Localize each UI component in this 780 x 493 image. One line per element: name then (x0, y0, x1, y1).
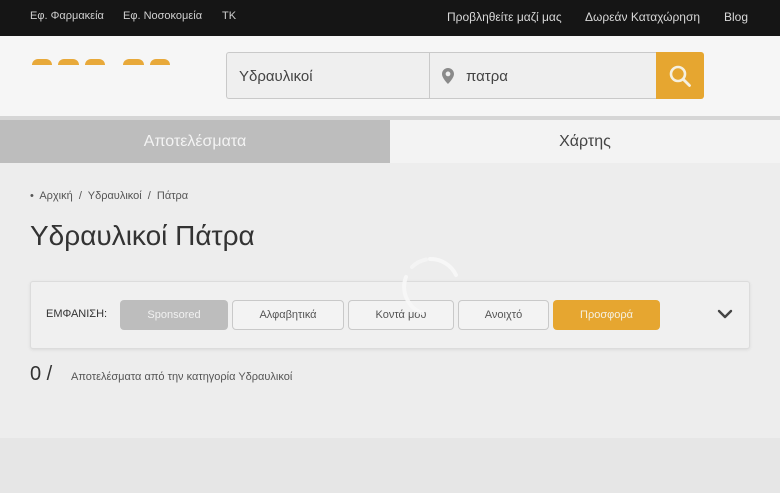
breadcrumb-category[interactable]: Υδραυλικοί (88, 190, 142, 202)
breadcrumb-current: Πάτρα (156, 190, 189, 202)
search-button[interactable] (656, 52, 704, 99)
tab-results[interactable]: Αποτελέσματα (0, 120, 390, 163)
filter-label: ΕΜΦΑΝΙΣΗ: (46, 308, 108, 320)
search-icon (669, 65, 691, 87)
hospitals-link[interactable]: Εφ. Νοσοκομεία (123, 10, 202, 22)
page-title: Υδραυλικοί Πάτρα (30, 220, 255, 251)
search-where-value: πατρα (466, 68, 508, 85)
breadcrumb: • Αρχική / Υδραυλικοί / Πάτρα (30, 190, 191, 202)
breadcrumb-separator: / (78, 190, 82, 202)
search-where-input[interactable]: πατρα (429, 52, 657, 99)
breadcrumb-bullet: • (30, 190, 34, 202)
pharmacies-link[interactable]: Εφ. Φαρμακεία (30, 10, 104, 22)
search-what-value: Υδραυλικοί (239, 68, 313, 85)
results-count: 0 / (30, 363, 53, 385)
free-listing-link[interactable]: Δωρεάν Καταχώρηση (585, 10, 700, 24)
advertise-link[interactable]: Προβληθείτε μαζί μας (447, 10, 562, 24)
site-logo[interactable] (32, 59, 171, 65)
blog-link[interactable]: Blog (724, 10, 748, 24)
search-what-input[interactable]: Υδραυλικοί (226, 52, 430, 99)
tab-map[interactable]: Χάρτης (390, 120, 780, 163)
postcodes-link[interactable]: ΤΚ (222, 10, 236, 22)
location-pin-icon (442, 68, 454, 84)
filter-offer-button[interactable]: Προσφορά (553, 300, 660, 330)
loading-spinner-icon (402, 256, 458, 315)
filter-sponsored-button[interactable]: Sponsored (120, 300, 228, 330)
footer-band (0, 438, 780, 493)
filter-alphabetical-button[interactable]: Αλφαβητικά (232, 300, 344, 330)
results-category-label: Αποτελέσματα από την κατηγορία Υδραυλικο… (71, 371, 293, 383)
breadcrumb-separator: / (147, 190, 151, 202)
filter-open-button[interactable]: Ανοιχτό (458, 300, 549, 330)
top-bar: Εφ. Φαρμακεία Εφ. Νοσοκομεία ΤΚ Προβληθε… (0, 0, 780, 36)
breadcrumb-home[interactable]: Αρχική (39, 190, 72, 202)
chevron-down-icon[interactable] (716, 307, 734, 321)
